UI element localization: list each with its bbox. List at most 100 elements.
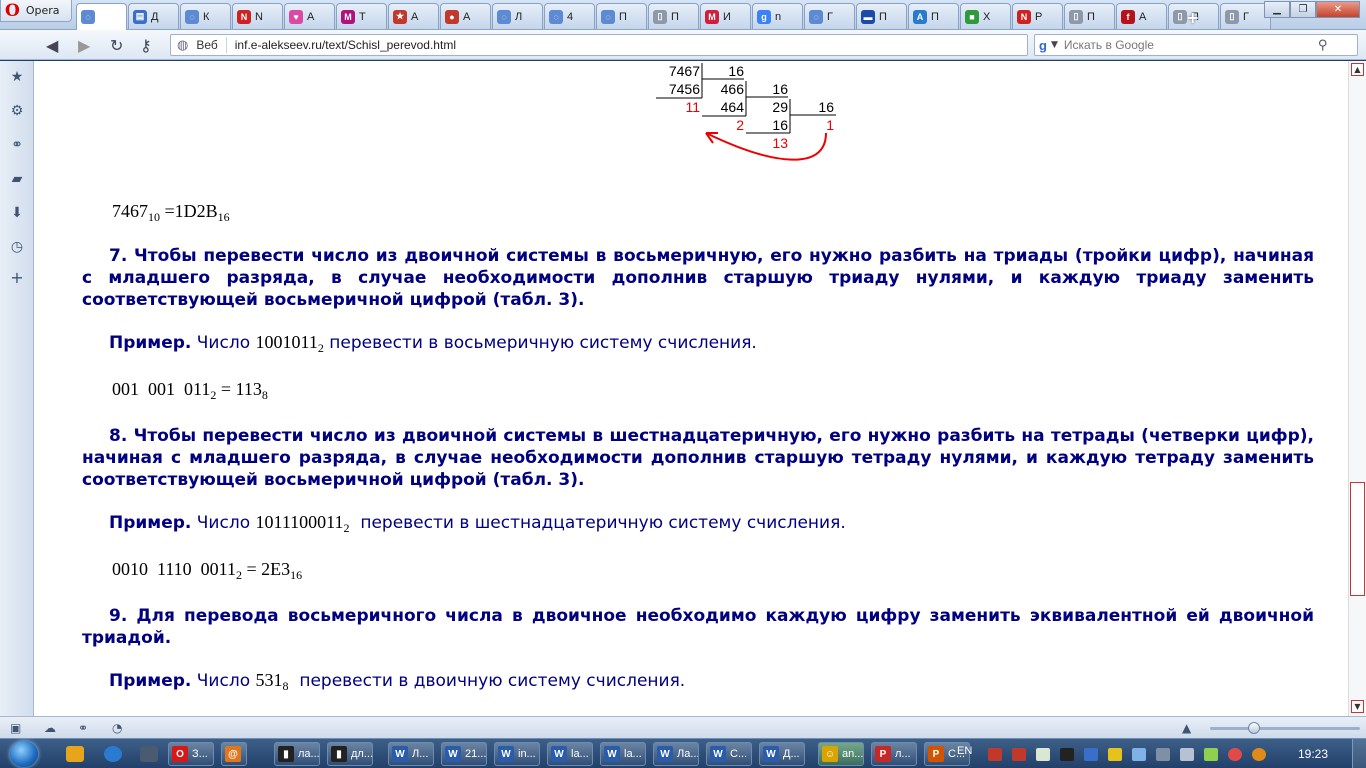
tab-2[interactable]: ◌ К <box>180 3 231 29</box>
tab-7[interactable]: ● А <box>440 3 491 29</box>
clock[interactable]: 19:23 <box>1298 747 1328 761</box>
start-button[interactable] <box>10 741 38 767</box>
taskbar-button-label: дл... <box>351 748 373 760</box>
vertical-scrollbar[interactable]: ▲ ▼ <box>1348 61 1366 716</box>
restore-button[interactable]: ❐ <box>1290 1 1316 18</box>
tab-14[interactable]: ◌ Г <box>804 3 855 29</box>
taskbar-button-10[interactable]: W С... <box>706 742 752 766</box>
tab-1[interactable]: ▤ Д <box>128 3 179 29</box>
taskbar-button-2[interactable]: ▮ ла... <box>274 742 320 766</box>
chevron-down-icon[interactable]: ▼ <box>1051 40 1058 50</box>
display-tray-icon[interactable] <box>1180 748 1194 761</box>
tab-8[interactable]: ◌ Л <box>492 3 543 29</box>
fit-page-icon[interactable]: ▲ <box>1182 721 1191 735</box>
folder-tray-icon[interactable] <box>1108 748 1122 761</box>
tab-19[interactable]: ▯ П <box>1064 3 1115 29</box>
opera-menu-button[interactable]: O Opera <box>0 0 72 22</box>
taskbar-button-5[interactable]: W 21... <box>441 742 487 766</box>
tab-16[interactable]: AП <box>908 3 959 29</box>
back-button[interactable]: ◀ <box>46 36 58 55</box>
history-clock-icon[interactable]: ◷ <box>9 239 25 255</box>
add-panel-icon[interactable]: + <box>9 268 25 287</box>
quotient-1: 466 <box>720 81 744 97</box>
page-icon: ▯ <box>1225 9 1239 24</box>
taskbar-button-4[interactable]: W Л... <box>388 742 434 766</box>
taskbar-button-6[interactable]: Win... <box>494 742 540 766</box>
media-center-icon[interactable] <box>140 746 158 762</box>
zoom-slider-knob[interactable] <box>1248 722 1260 734</box>
downloads-icon[interactable]: ⬇ <box>9 205 25 221</box>
antivirus-tray-icon[interactable] <box>1036 748 1050 761</box>
word-icon: W <box>445 746 461 762</box>
address-divider <box>225 37 227 53</box>
reload-button[interactable]: ↻ <box>110 36 123 55</box>
at-tray-icon[interactable] <box>1228 748 1242 761</box>
url-text[interactable]: inf.e-alekseev.ru/text/Schisl_perevod.ht… <box>235 38 456 52</box>
panel-toggle-icon[interactable]: ▣ <box>10 721 21 735</box>
m-logo-icon: M <box>705 9 719 24</box>
search-icon[interactable]: ⚲ <box>1318 38 1328 53</box>
taskbar-button-label: З... <box>192 748 208 760</box>
wifi-tray-icon[interactable] <box>1132 748 1146 761</box>
loading-icon: ◌ <box>809 9 823 24</box>
loading-icon: ◌ <box>185 9 199 24</box>
tab-label: А <box>463 10 471 23</box>
blue-site-icon: ▤ <box>133 9 147 24</box>
tab-3[interactable]: NN <box>232 3 283 29</box>
taskbar-button-3[interactable]: ▮ дл... <box>327 742 373 766</box>
tab-10[interactable]: ◌ П <box>596 3 647 29</box>
tab-6[interactable]: ★ А <box>388 3 439 29</box>
taskbar-button-13[interactable]: Pл... <box>871 742 917 766</box>
zoom-slider-track[interactable] <box>1210 727 1360 730</box>
volume-tray-icon[interactable] <box>1156 748 1170 761</box>
battery-tray-icon[interactable] <box>1204 748 1218 761</box>
taskbar-button-0[interactable]: O З... <box>168 742 214 766</box>
share-icon[interactable]: ⚭ <box>9 137 25 153</box>
tab-15[interactable]: ▬ П <box>856 3 907 29</box>
tab-12[interactable]: MИ <box>700 3 751 29</box>
en-tray-icon[interactable] <box>1012 748 1026 761</box>
scroll-up-arrow-icon[interactable]: ▲ <box>1351 63 1364 76</box>
tab-18[interactable]: NР <box>1012 3 1063 29</box>
scroll-down-arrow-icon[interactable]: ▼ <box>1351 700 1364 713</box>
unite-icon[interactable]: ⚭ <box>78 721 88 735</box>
tab-4[interactable]: ♥ А <box>284 3 335 29</box>
taskbar-button-8[interactable]: Wla... <box>600 742 646 766</box>
google-icon[interactable]: g <box>1039 38 1047 53</box>
notes-icon[interactable]: ▰ <box>9 171 25 187</box>
new-tab-button[interactable]: + <box>1186 8 1199 27</box>
search-input[interactable] <box>1063 38 1314 52</box>
key-icon[interactable]: ⚷ <box>140 36 152 55</box>
cloud-sync-icon[interactable]: ☁ <box>44 721 56 735</box>
taskbar-button-7[interactable]: Wla... <box>547 742 593 766</box>
bookmarks-star-icon[interactable]: ★ <box>9 69 25 85</box>
cherry-icon: ● <box>445 9 459 24</box>
turbo-icon[interactable]: ◔ <box>112 721 122 735</box>
forward-button[interactable]: ▶ <box>78 36 90 55</box>
ati-tray-icon[interactable] <box>988 748 1002 761</box>
taskbar-button-1[interactable]: @ <box>221 742 247 766</box>
scrollbar-thumb[interactable] <box>1350 482 1365 596</box>
media-player-icon[interactable] <box>66 746 84 762</box>
language-indicator[interactable]: EN <box>957 745 972 757</box>
app-tray-icon[interactable] <box>1252 748 1266 761</box>
address-field[interactable]: ◍ Веб inf.e-alekseev.ru/text/Schisl_pere… <box>170 34 1028 56</box>
taskbar-button-12[interactable]: ☺ an... <box>818 742 864 766</box>
network-tray-icon[interactable] <box>1084 748 1098 761</box>
tab-11[interactable]: ▯ П <box>648 3 699 29</box>
close-window-button[interactable]: ✕ <box>1316 1 1360 18</box>
gear-icon[interactable]: ⚙ <box>9 103 25 119</box>
tab-5[interactable]: MТ <box>336 3 387 29</box>
taskbar-button-11[interactable]: W Д... <box>759 742 805 766</box>
taskbar-button-9[interactable]: W Ла... <box>653 742 699 766</box>
tab-17[interactable]: ■ Х <box>960 3 1011 29</box>
internet-explorer-icon[interactable] <box>104 746 122 762</box>
tab-13[interactable]: gn <box>752 3 803 29</box>
tab-0[interactable]: ◌ <box>76 3 127 30</box>
minimize-button[interactable]: ▁ <box>1264 1 1290 18</box>
tab-9[interactable]: ◌ 4 <box>544 3 595 29</box>
player-tray-icon[interactable] <box>1060 748 1074 761</box>
search-field[interactable]: g ▼ ⚲ <box>1034 34 1358 56</box>
show-desktop-button[interactable] <box>1352 739 1366 768</box>
tab-20[interactable]: fА <box>1116 3 1167 29</box>
